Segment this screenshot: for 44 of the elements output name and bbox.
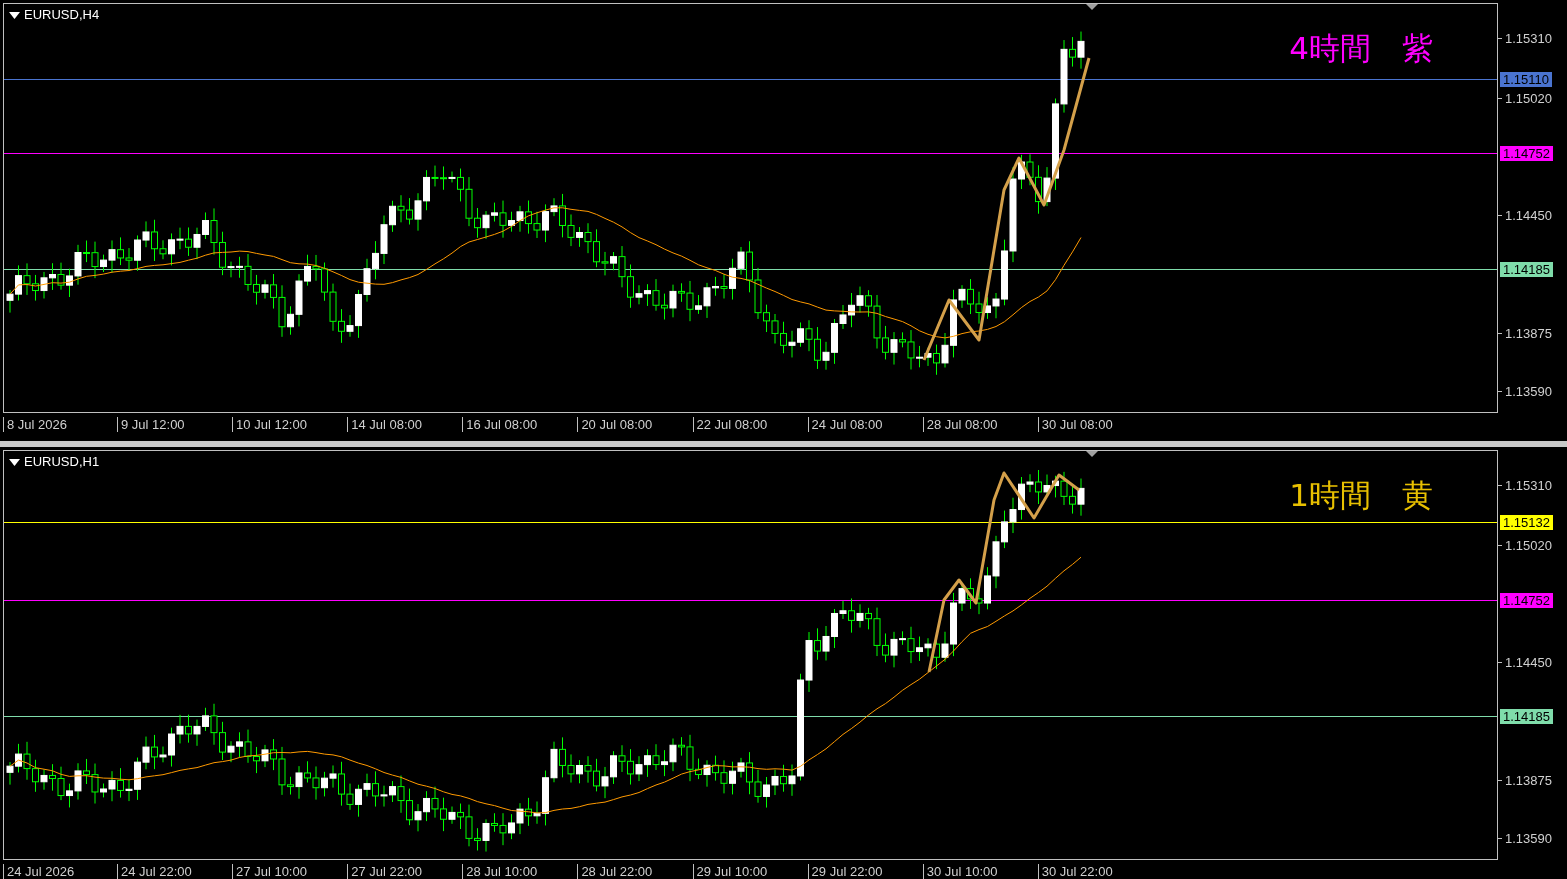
- time-axis-label: 24 Jul 2026: [3, 864, 75, 879]
- time-axis-label: 8 Jul 2026: [3, 417, 67, 432]
- time-axis-label: 14 Jul 08:00: [347, 417, 423, 432]
- level-price-label: 1.15110: [1500, 72, 1553, 88]
- time-axis-label: 28 Jul 22:00: [577, 864, 653, 879]
- time-axis-label: 22 Jul 08:00: [692, 417, 768, 432]
- time-axis-label: 20 Jul 08:00: [577, 417, 653, 432]
- time-axis-label: 24 Jul 22:00: [117, 864, 192, 879]
- time-axis-label: 9 Jul 12:00: [117, 417, 185, 432]
- time-axis-label: 30 Jul 22:00: [1037, 864, 1113, 879]
- chart-title: EURUSD,H1: [24, 454, 100, 469]
- level-price-label: 1.14752: [1500, 592, 1553, 608]
- time-axis-label: 29 Jul 10:00: [692, 864, 768, 879]
- price-axis-label: 1.13875: [1505, 325, 1552, 341]
- chart-annotation: 1時間 黄: [1289, 476, 1433, 515]
- level-price-label: 1.14185: [1500, 261, 1553, 277]
- time-axis-label: 28 Jul 08:00: [922, 417, 998, 432]
- dropdown-triangle-icon[interactable]: [9, 459, 20, 466]
- dropdown-triangle-icon[interactable]: [9, 12, 20, 19]
- price-axis-label: 1.15020: [1505, 90, 1552, 106]
- price-axis-label: 1.14450: [1505, 654, 1552, 670]
- level-price-label: 1.14185: [1500, 708, 1553, 724]
- chart-annotation: 4時間 紫: [1289, 29, 1433, 68]
- price-axis-label: 1.13875: [1505, 772, 1552, 788]
- price-axis-label: 1.13590: [1505, 831, 1552, 846]
- chart-title: EURUSD,H4: [24, 7, 100, 22]
- time-axis-label: 29 Jul 22:00: [807, 864, 883, 879]
- price-axis-label: 1.13590: [1505, 384, 1552, 399]
- price-axis-label: 1.15310: [1505, 478, 1552, 493]
- time-axis-label: 30 Jul 10:00: [922, 864, 998, 879]
- time-axis-label: 16 Jul 08:00: [462, 417, 538, 432]
- time-axis-label: 10 Jul 12:00: [232, 417, 307, 432]
- price-axis-label: 1.14450: [1505, 207, 1552, 223]
- time-axis-label: 24 Jul 08:00: [807, 417, 883, 432]
- time-axis-label: 27 Jul 22:00: [347, 864, 423, 879]
- price-axis-label: 1.15310: [1505, 31, 1552, 46]
- price-axis-label: 1.15020: [1505, 537, 1552, 553]
- time-axis-label: 27 Jul 10:00: [232, 864, 307, 879]
- level-price-label: 1.14752: [1500, 145, 1553, 161]
- time-axis-label: 28 Jul 10:00: [462, 864, 538, 879]
- time-axis-label: 30 Jul 08:00: [1037, 417, 1113, 432]
- level-price-label: 1.15132: [1500, 514, 1553, 530]
- shift-marker-icon[interactable]: [1086, 4, 1098, 10]
- shift-marker-icon[interactable]: [1086, 451, 1098, 457]
